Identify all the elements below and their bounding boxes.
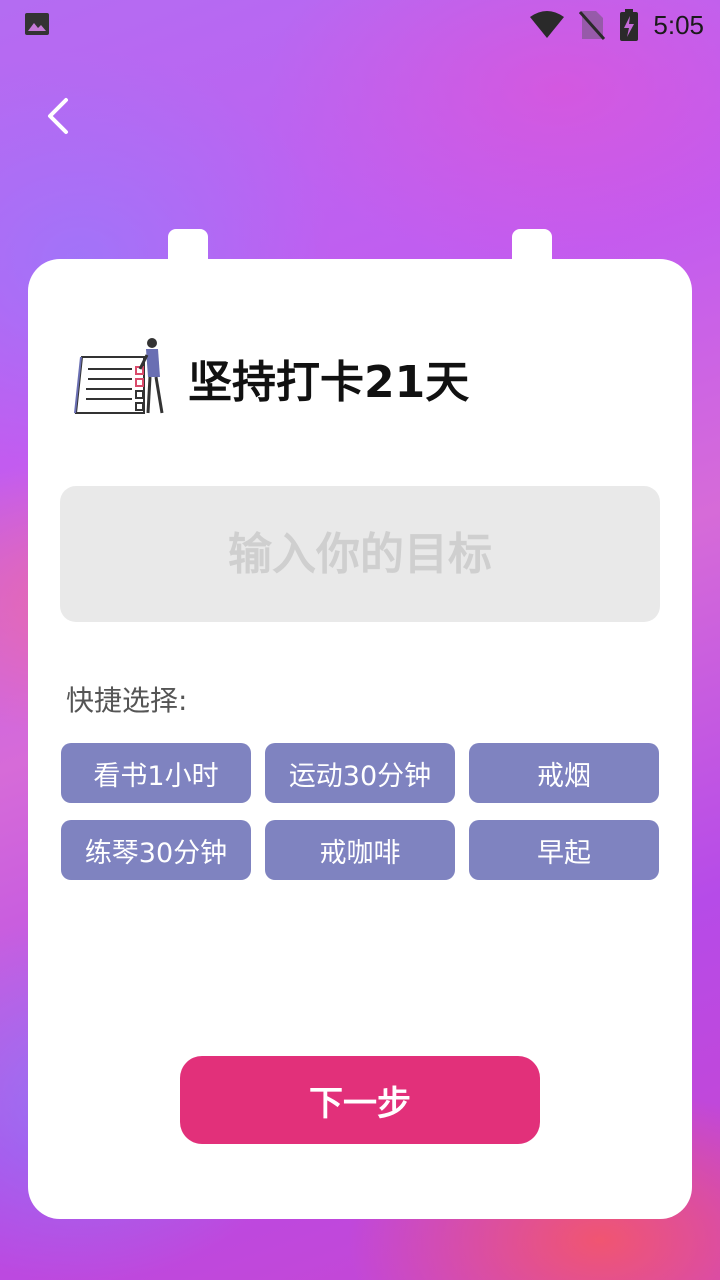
wifi-icon <box>530 11 565 38</box>
back-button[interactable] <box>40 92 84 140</box>
checklist-person-illustration <box>74 338 164 414</box>
status-bar: 5:05 <box>0 0 720 50</box>
chevron-left-icon <box>48 98 68 134</box>
quick-option-early-rise[interactable]: 早起 <box>469 820 659 880</box>
next-step-button[interactable]: 下一步 <box>180 1056 540 1144</box>
quick-option-piano[interactable]: 练琴30分钟 <box>61 820 251 880</box>
goal-input[interactable] <box>60 486 660 622</box>
page-title: 坚持打卡21天 <box>188 357 470 408</box>
quick-options: 看书1小时 运动30分钟 戒烟 练琴30分钟 戒咖啡 早起 <box>61 743 661 880</box>
clock-time: 5:05 <box>653 9 704 40</box>
quick-option-exercise[interactable]: 运动30分钟 <box>265 743 455 803</box>
quick-option-read[interactable]: 看书1小时 <box>61 743 251 803</box>
battery-charging-icon <box>620 9 639 41</box>
quick-option-quit-coffee[interactable]: 戒咖啡 <box>265 820 455 880</box>
goal-card: 坚持打卡21天 快捷选择: 看书1小时 运动30分钟 戒烟 练琴30分钟 戒咖啡… <box>28 259 692 1219</box>
image-icon <box>25 13 49 35</box>
quick-select-label: 快捷选择: <box>66 684 188 717</box>
no-sim-icon <box>579 11 606 40</box>
quick-option-quit-smoking[interactable]: 戒烟 <box>469 743 659 803</box>
